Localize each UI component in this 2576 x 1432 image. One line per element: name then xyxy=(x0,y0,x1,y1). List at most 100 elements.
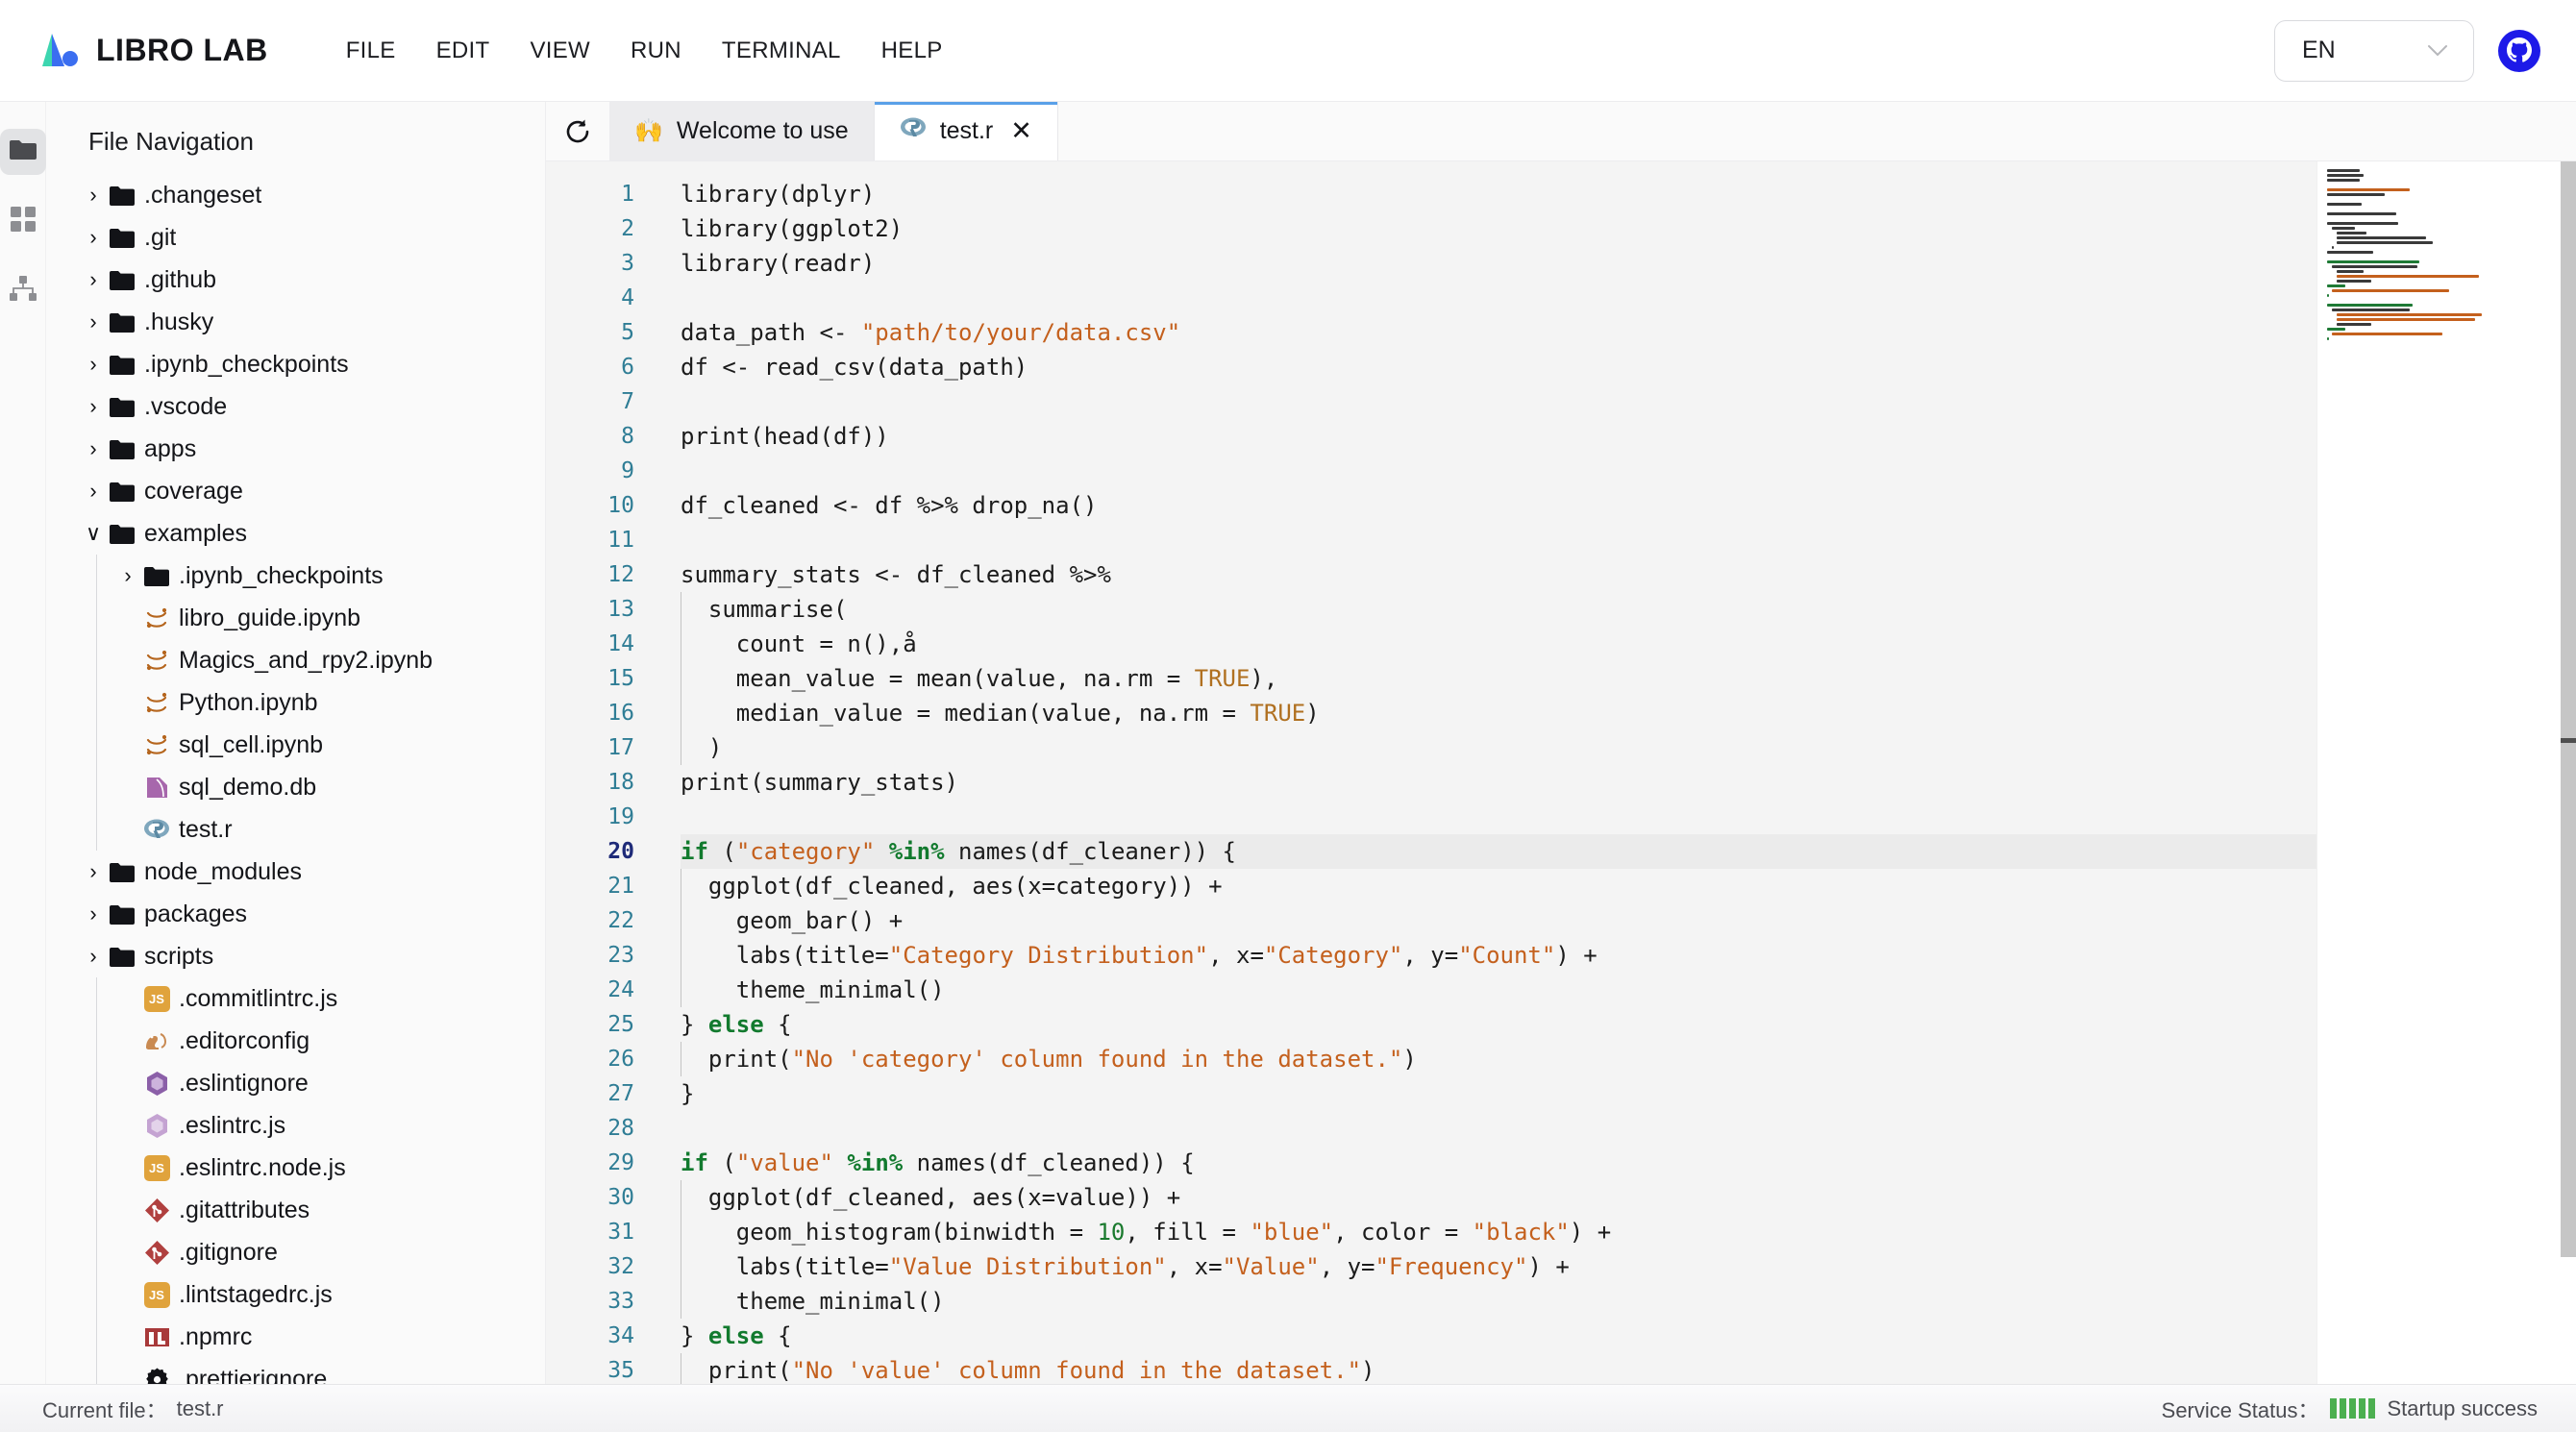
tab-test-r[interactable]: test.r ✕ xyxy=(875,102,1058,160)
tree-item-ipynb-checkpoints[interactable]: ›.ipynb_checkpoints xyxy=(46,343,545,385)
chevron-right-icon[interactable]: › xyxy=(81,309,106,334)
tree-item-node-modules[interactable]: ›node_modules xyxy=(46,851,545,893)
tree-item-sql-cell-ipynb[interactable]: ›sql_cell.ipynb xyxy=(46,724,545,766)
tree-item-eslintignore[interactable]: ›.eslintignore xyxy=(46,1062,545,1104)
tree-item-husky[interactable]: ›.husky xyxy=(46,301,545,343)
code-line[interactable]: geom_histogram(binwidth = 10, fill = "bl… xyxy=(681,1215,2316,1249)
editor-minimap[interactable] xyxy=(2316,161,2576,1384)
code-line[interactable]: if ("value" %in% names(df_cleaned)) { xyxy=(681,1146,2316,1180)
chevron-right-icon[interactable]: › xyxy=(81,479,106,504)
activity-outline[interactable] xyxy=(0,267,46,313)
code-line[interactable]: median_value = median(value, na.rm = TRU… xyxy=(681,696,2316,730)
code-editor[interactable]: 1234567891011121314151617181920212223242… xyxy=(546,161,2316,1384)
tree-item-magics-and-rpy2-ipynb[interactable]: ›Magics_and_rpy2.ipynb xyxy=(46,639,545,681)
code-line[interactable]: } else { xyxy=(681,1319,2316,1353)
code-line[interactable]: theme_minimal() xyxy=(681,973,2316,1007)
code-line[interactable]: ggplot(df_cleaned, aes(x=value)) + xyxy=(681,1180,2316,1215)
code-line[interactable]: print(head(df)) xyxy=(681,419,2316,454)
chevron-right-icon[interactable]: › xyxy=(81,394,106,419)
chevron-right-icon[interactable]: › xyxy=(81,267,106,292)
minimap-line xyxy=(2337,318,2475,321)
code-line[interactable] xyxy=(681,384,2316,419)
chevron-right-icon[interactable]: › xyxy=(81,901,106,926)
tree-item-github[interactable]: ›.github xyxy=(46,259,545,301)
code-line[interactable]: } else { xyxy=(681,1007,2316,1042)
chevron-right-icon[interactable]: › xyxy=(81,225,106,250)
tree-item-changeset[interactable]: ›.changeset xyxy=(46,174,545,216)
code-line[interactable]: if ("category" %in% names(df_cleaner)) { xyxy=(681,834,2316,869)
tree-item-git[interactable]: ›.git xyxy=(46,216,545,259)
tree-item-editorconfig[interactable]: ›.editorconfig xyxy=(46,1020,545,1062)
code-line[interactable]: print(summary_stats) xyxy=(681,765,2316,800)
tree-item-libro-guide-ipynb[interactable]: ›libro_guide.ipynb xyxy=(46,597,545,639)
chevron-right-icon[interactable]: › xyxy=(81,183,106,208)
reload-icon[interactable] xyxy=(546,102,609,160)
editor-scrollbar[interactable] xyxy=(2561,161,2576,1384)
chevron-right-icon[interactable]: › xyxy=(81,436,106,461)
language-selector[interactable]: EN xyxy=(2274,20,2474,82)
code-line[interactable] xyxy=(681,1111,2316,1146)
code-line[interactable]: summarise( xyxy=(681,592,2316,627)
scrollbar-thumb-lower[interactable] xyxy=(2561,743,2576,1257)
github-icon[interactable] xyxy=(2497,29,2541,73)
code-line[interactable]: theme_minimal() xyxy=(681,1284,2316,1319)
code-content[interactable]: library(dplyr)library(ggplot2)library(re… xyxy=(661,161,2316,1384)
code-line[interactable] xyxy=(681,454,2316,488)
close-icon[interactable]: ✕ xyxy=(1010,118,1032,144)
code-line[interactable]: ) xyxy=(681,730,2316,765)
scrollbar-thumb-upper[interactable] xyxy=(2561,161,2576,738)
tree-item-ipynb-checkpoints[interactable]: ›.ipynb_checkpoints xyxy=(46,555,545,597)
code-line[interactable]: } xyxy=(681,1076,2316,1111)
activity-extensions[interactable] xyxy=(0,198,46,244)
code-line[interactable]: summary_stats <- df_cleaned %>% xyxy=(681,557,2316,592)
tree-item-gitignore[interactable]: ›.gitignore xyxy=(46,1231,545,1273)
menu-terminal[interactable]: TERMINAL xyxy=(702,28,861,74)
tree-item-vscode[interactable]: ›.vscode xyxy=(46,385,545,428)
chevron-down-icon[interactable]: ∨ xyxy=(81,521,106,546)
code-line[interactable]: ggplot(df_cleaned, aes(x=category)) + xyxy=(681,869,2316,903)
tree-item-packages[interactable]: ›packages xyxy=(46,893,545,935)
tree-item-scripts[interactable]: ›scripts xyxy=(46,935,545,977)
code-line[interactable] xyxy=(681,800,2316,834)
code-line[interactable]: labs(title="Category Distribution", x="C… xyxy=(681,938,2316,973)
tree-item-gitattributes[interactable]: ›.gitattributes xyxy=(46,1189,545,1231)
activity-files[interactable] xyxy=(0,129,46,175)
code-line[interactable]: print("No 'category' column found in the… xyxy=(681,1042,2316,1076)
tree-item-examples[interactable]: ∨examples xyxy=(46,512,545,555)
code-line[interactable]: labs(title="Value Distribution", x="Valu… xyxy=(681,1249,2316,1284)
code-line[interactable]: data_path <- "path/to/your/data.csv" xyxy=(681,315,2316,350)
tree-item-prettierignore[interactable]: ›.prettierignore xyxy=(46,1358,545,1384)
menu-run[interactable]: RUN xyxy=(610,28,702,74)
code-line[interactable]: df_cleaned <- df %>% drop_na() xyxy=(681,488,2316,523)
menu-edit[interactable]: EDIT xyxy=(416,28,510,74)
code-line[interactable]: df <- read_csv(data_path) xyxy=(681,350,2316,384)
chevron-right-icon[interactable]: › xyxy=(81,352,106,377)
tree-item-apps[interactable]: ›apps xyxy=(46,428,545,470)
code-line[interactable]: print("No 'value' column found in the da… xyxy=(681,1353,2316,1384)
tree-item-eslintrc-node-js[interactable]: ›JS.eslintrc.node.js xyxy=(46,1147,545,1189)
code-line[interactable]: mean_value = mean(value, na.rm = TRUE), xyxy=(681,661,2316,696)
tab-welcome[interactable]: 🙌 Welcome to use xyxy=(609,102,875,160)
code-line[interactable] xyxy=(681,281,2316,315)
menu-view[interactable]: VIEW xyxy=(509,28,610,74)
tree-item-test-r[interactable]: ›test.r xyxy=(46,808,545,851)
code-line[interactable]: count = n(),å xyxy=(681,627,2316,661)
code-line[interactable]: library(readr) xyxy=(681,246,2316,281)
menu-help[interactable]: HELP xyxy=(861,28,963,74)
code-line[interactable]: library(ggplot2) xyxy=(681,211,2316,246)
code-line[interactable] xyxy=(681,523,2316,557)
tree-item-eslintrc-js[interactable]: ›.eslintrc.js xyxy=(46,1104,545,1147)
menu-file[interactable]: FILE xyxy=(326,28,416,74)
tree-item-python-ipynb[interactable]: ›Python.ipynb xyxy=(46,681,545,724)
chevron-right-icon[interactable]: › xyxy=(81,944,106,969)
tree-item-lintstagedrc-js[interactable]: ›JS.lintstagedrc.js xyxy=(46,1273,545,1316)
file-tree[interactable]: ›.changeset›.git›.github›.husky›.ipynb_c… xyxy=(46,174,545,1384)
code-line[interactable]: library(dplyr) xyxy=(681,177,2316,211)
tree-item-npmrc[interactable]: ›.npmrc xyxy=(46,1316,545,1358)
chevron-right-icon[interactable]: › xyxy=(81,859,106,884)
tree-item-coverage[interactable]: ›coverage xyxy=(46,470,545,512)
chevron-right-icon[interactable]: › xyxy=(115,563,140,588)
tree-item-sql-demo-db[interactable]: ›sql_demo.db xyxy=(46,766,545,808)
tree-item-commitlintrc-js[interactable]: ›JS.commitlintrc.js xyxy=(46,977,545,1020)
code-line[interactable]: geom_bar() + xyxy=(681,903,2316,938)
